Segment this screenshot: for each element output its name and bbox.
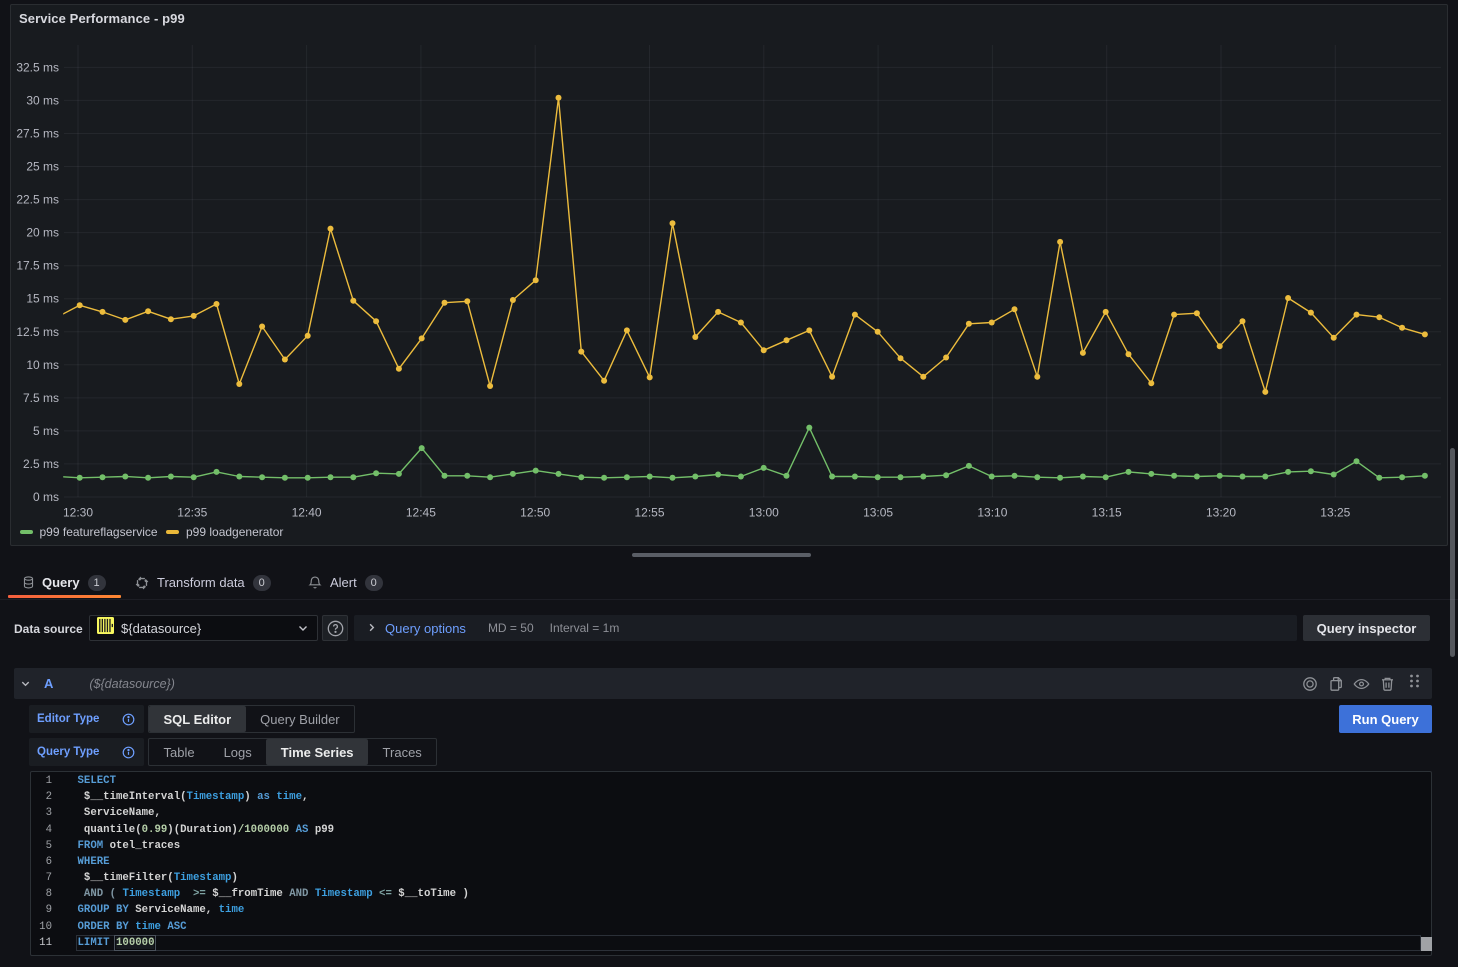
svg-text:22.5 ms: 22.5 ms [16, 193, 59, 207]
svg-text:13:15: 13:15 [1092, 506, 1122, 520]
svg-text:0 ms: 0 ms [33, 490, 59, 504]
svg-text:17.5 ms: 17.5 ms [16, 259, 59, 273]
svg-text:32.5 ms: 32.5 ms [16, 60, 59, 74]
svg-text:13:20: 13:20 [1206, 506, 1236, 520]
svg-text:12:45: 12:45 [406, 506, 436, 520]
svg-text:13:25: 13:25 [1320, 506, 1350, 520]
svg-text:2.5 ms: 2.5 ms [23, 457, 59, 471]
svg-text:13:10: 13:10 [977, 506, 1007, 520]
svg-text:20 ms: 20 ms [26, 226, 59, 240]
svg-text:13:05: 13:05 [863, 506, 893, 520]
svg-text:7.5 ms: 7.5 ms [23, 391, 59, 405]
svg-text:12:50: 12:50 [520, 506, 550, 520]
svg-text:12:30: 12:30 [63, 506, 93, 520]
svg-text:27.5 ms: 27.5 ms [16, 127, 59, 141]
svg-text:25 ms: 25 ms [26, 160, 59, 174]
svg-text:12:55: 12:55 [634, 506, 664, 520]
svg-text:15 ms: 15 ms [26, 292, 59, 306]
svg-text:12:35: 12:35 [177, 506, 207, 520]
svg-text:12.5 ms: 12.5 ms [16, 325, 59, 339]
svg-text:5 ms: 5 ms [33, 424, 59, 438]
svg-text:30 ms: 30 ms [26, 93, 59, 107]
svg-text:13:00: 13:00 [749, 506, 779, 520]
svg-text:10 ms: 10 ms [26, 358, 59, 372]
svg-text:12:40: 12:40 [292, 506, 322, 520]
